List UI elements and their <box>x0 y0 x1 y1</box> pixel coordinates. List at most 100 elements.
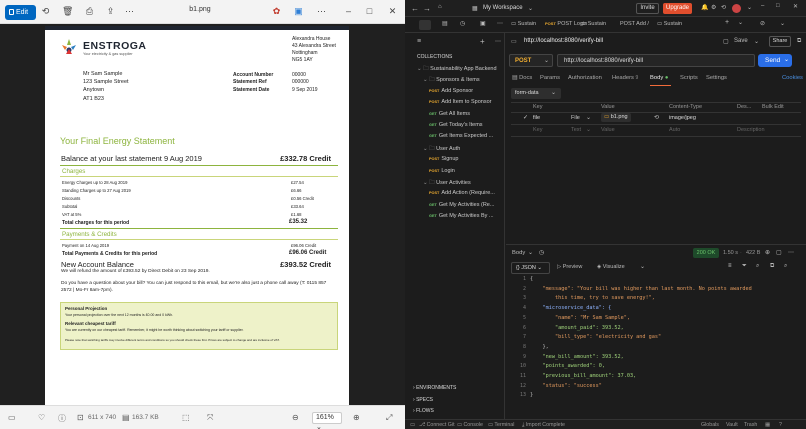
forward-icon[interactable]: → <box>423 4 431 13</box>
more-options-icon[interactable]: ⋯ <box>316 6 327 17</box>
preview-tab[interactable]: ▷ Preview <box>557 264 582 270</box>
tab-params[interactable]: Params <box>540 75 560 81</box>
gallery-icon[interactable]: ▣ <box>293 6 304 17</box>
more-icon[interactable]: ⋯ <box>124 6 135 17</box>
clock-icon[interactable]: ◷ <box>460 20 465 27</box>
rotate-icon[interactable]: ⟲ <box>40 6 51 17</box>
favorite-icon[interactable]: ♡ <box>38 413 45 422</box>
file-chip[interactable]: ▭ b1.png <box>601 113 631 122</box>
minimize-icon[interactable]: – <box>761 3 764 9</box>
add-icon[interactable]: + <box>480 37 485 46</box>
chevron-down-icon[interactable]: ⌄ <box>738 19 743 26</box>
sync-icon[interactable]: ⟲ <box>721 4 726 11</box>
info-icon[interactable]: ⓘ <box>58 413 66 424</box>
tab-headers[interactable]: Headers 9 <box>612 75 638 81</box>
terminal[interactable]: ▭ Terminal <box>488 422 514 428</box>
tab-body[interactable]: Body ● <box>650 75 668 81</box>
fit-icon[interactable]: ⤧ <box>207 413 213 423</box>
tab-3[interactable]: ▭ Sustain <box>581 21 606 27</box>
send-button[interactable]: Send ⌄ <box>758 54 792 67</box>
trash[interactable]: Trash <box>744 422 757 428</box>
maximize-icon[interactable]: □ <box>776 3 780 9</box>
filmstrip-icon[interactable]: ▭ <box>8 413 16 422</box>
chevron-down-icon[interactable]: ⌄ <box>640 263 645 270</box>
no-environment-icon[interactable]: ⊘ <box>760 20 765 27</box>
visualize-tab[interactable]: ◈ Visualize <box>597 264 625 270</box>
chevron-down-icon[interactable]: ⌄ <box>586 126 591 133</box>
home-icon[interactable]: ⌂ <box>438 4 442 10</box>
more-icon[interactable]: ⋯ <box>788 249 794 256</box>
link-icon[interactable]: ⧉ <box>797 38 801 45</box>
zoom-in-icon[interactable]: ⊕ <box>353 413 360 422</box>
upload-icon[interactable]: ⟲ <box>654 114 659 121</box>
vault[interactable]: Vault <box>726 422 738 428</box>
tree-item[interactable]: ⌄ 🗀 User Activities <box>405 179 505 189</box>
edit-button[interactable]: Edit <box>5 5 36 20</box>
tab-1[interactable]: ▭ Sustain <box>511 21 536 27</box>
cookies-link[interactable]: Cookies <box>782 75 803 81</box>
body-mode-select[interactable]: form-data ⌄ <box>511 88 561 99</box>
sidebar-toggle-icon[interactable]: ▭ <box>410 422 415 428</box>
close-icon[interactable]: ✕ <box>387 6 398 17</box>
save-response-icon[interactable]: ▢ <box>776 249 782 256</box>
chevron-down-icon[interactable]: ⌄ <box>747 4 752 11</box>
maximize-icon[interactable]: □ <box>364 6 375 17</box>
row-type-select[interactable]: File <box>571 115 580 121</box>
upgrade-button[interactable]: Upgrade <box>663 3 692 14</box>
grid-icon[interactable]: ▣ <box>480 20 486 27</box>
globe-icon[interactable]: ⊕ <box>765 249 770 256</box>
tree-item[interactable]: POST Login <box>405 168 505 178</box>
environments-section[interactable]: › ENVIRONMENTS <box>413 385 456 391</box>
menu-icon[interactable]: ≡ <box>417 38 421 45</box>
tab-settings[interactable]: Settings <box>706 75 727 81</box>
tree-item[interactable]: GET Get My Activities (Re... <box>405 202 505 212</box>
close-icon[interactable]: ✕ <box>793 3 798 10</box>
back-icon[interactable]: ← <box>411 4 419 13</box>
tree-item[interactable]: ⌄ 🗀 Sponsors & Items <box>405 76 505 86</box>
console[interactable]: ▭ Console <box>457 422 483 428</box>
connect-git[interactable]: ⎇ Connect Git <box>419 422 455 428</box>
copilot-icon[interactable]: ✿ <box>271 6 282 17</box>
tab-4[interactable]: POST Add / <box>620 21 649 27</box>
format-select[interactable]: {} JSON ⌄ <box>511 262 550 274</box>
minimize-icon[interactable]: – <box>343 6 354 17</box>
chevron-down-icon[interactable]: ⌄ <box>528 5 533 12</box>
tab-docs[interactable]: ▤ Docs <box>512 75 532 81</box>
help-icon[interactable]: ? <box>779 422 782 428</box>
cube-icon[interactable] <box>419 20 431 30</box>
row-key[interactable]: file <box>533 115 540 121</box>
response-body-label[interactable]: Body <box>512 250 525 256</box>
type-placeholder[interactable]: Text <box>571 127 581 133</box>
method-select[interactable]: POST ⌄ <box>509 54 553 67</box>
specs-section[interactable]: › SPECS <box>413 397 433 403</box>
tree-item[interactable]: GET Get My Activities By ... <box>405 213 505 223</box>
layout-icon[interactable]: ▦ <box>765 422 770 428</box>
tab-scripts[interactable]: Scripts <box>680 75 698 81</box>
import-status[interactable]: ⤓ Import Complete <box>522 422 565 429</box>
more-icon[interactable]: ⋯ <box>497 20 503 27</box>
tab-5[interactable]: ▭ Sustain <box>657 21 682 27</box>
tree-item[interactable]: POST Signup <box>405 156 505 166</box>
key-placeholder[interactable]: Key <box>533 127 542 133</box>
chevron-down-icon[interactable]: ⌄ <box>586 114 591 121</box>
share-button[interactable]: Share <box>769 36 791 47</box>
tree-item[interactable]: ⌄ 🗀 User Auth <box>405 145 505 155</box>
chevron-down-icon[interactable]: ⌄ <box>754 38 759 45</box>
zoom-select[interactable]: 161% ⌄ <box>312 412 342 429</box>
tree-item[interactable]: POST Add Action (Require... <box>405 190 505 200</box>
history-icon[interactable]: ▤ <box>442 20 448 27</box>
settings-icon[interactable]: ⚙ <box>711 4 716 11</box>
tree-item[interactable]: GET Get Today's Items <box>405 122 505 132</box>
description-placeholder[interactable]: Description <box>737 127 765 133</box>
tab-authorization[interactable]: Authorization <box>568 75 602 81</box>
avatar[interactable] <box>732 4 741 13</box>
search-icon[interactable]: ⌕ <box>756 263 759 270</box>
content-type-placeholder[interactable]: Auto <box>669 127 680 133</box>
wrap-icon[interactable]: ≡ <box>728 263 732 269</box>
zoom-out-icon[interactable]: ⊖ <box>292 413 299 422</box>
tree-item[interactable]: ⌄ 🗀 Sustainability App Backend <box>405 65 505 75</box>
workspace-name[interactable]: My Workspace <box>483 5 523 11</box>
new-tab-icon[interactable]: + <box>725 19 729 26</box>
value-placeholder[interactable]: Value <box>601 127 615 133</box>
url-input[interactable]: http://localhost:8080/verify-bill <box>557 54 755 67</box>
